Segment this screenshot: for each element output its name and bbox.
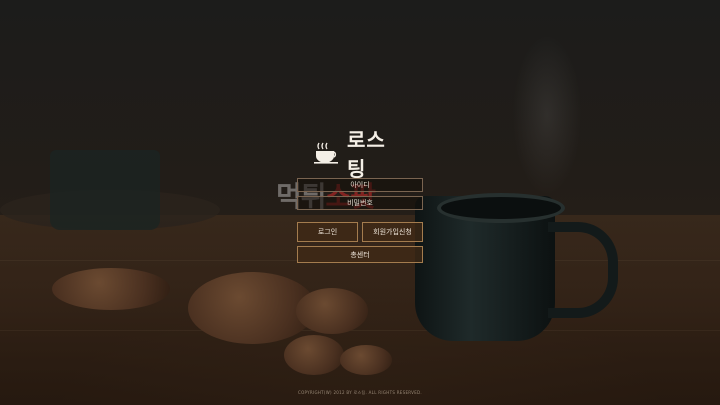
copyright: COPYRIGHT(W) 2012 BY 로스팅. ALL RIGHTS RES… [298,390,422,395]
id-input[interactable] [297,178,423,192]
steam [470,20,610,210]
password-input[interactable] [297,196,423,210]
contact-center-label: 총센터 [350,250,370,259]
mug-rim [437,193,565,223]
contact-center-button[interactable]: 총센터 [297,246,423,263]
cookie [52,268,170,310]
background-cup [50,150,160,230]
mug-handle [548,222,618,318]
brand-name: 로스팅 [347,128,386,181]
cookie [296,288,368,334]
signup-button[interactable]: 회원가입신청 [362,222,423,242]
cookie-crumb [284,335,344,375]
coffee-cup-icon [313,141,339,165]
table-grain [0,330,720,331]
brand-logo: 로스팅 [313,128,405,181]
signup-button-label: 회원가입신청 [373,228,412,236]
login-button-label: 로그인 [317,228,338,236]
cookie-crumb [340,345,392,375]
login-button[interactable]: 로그인 [297,222,358,242]
